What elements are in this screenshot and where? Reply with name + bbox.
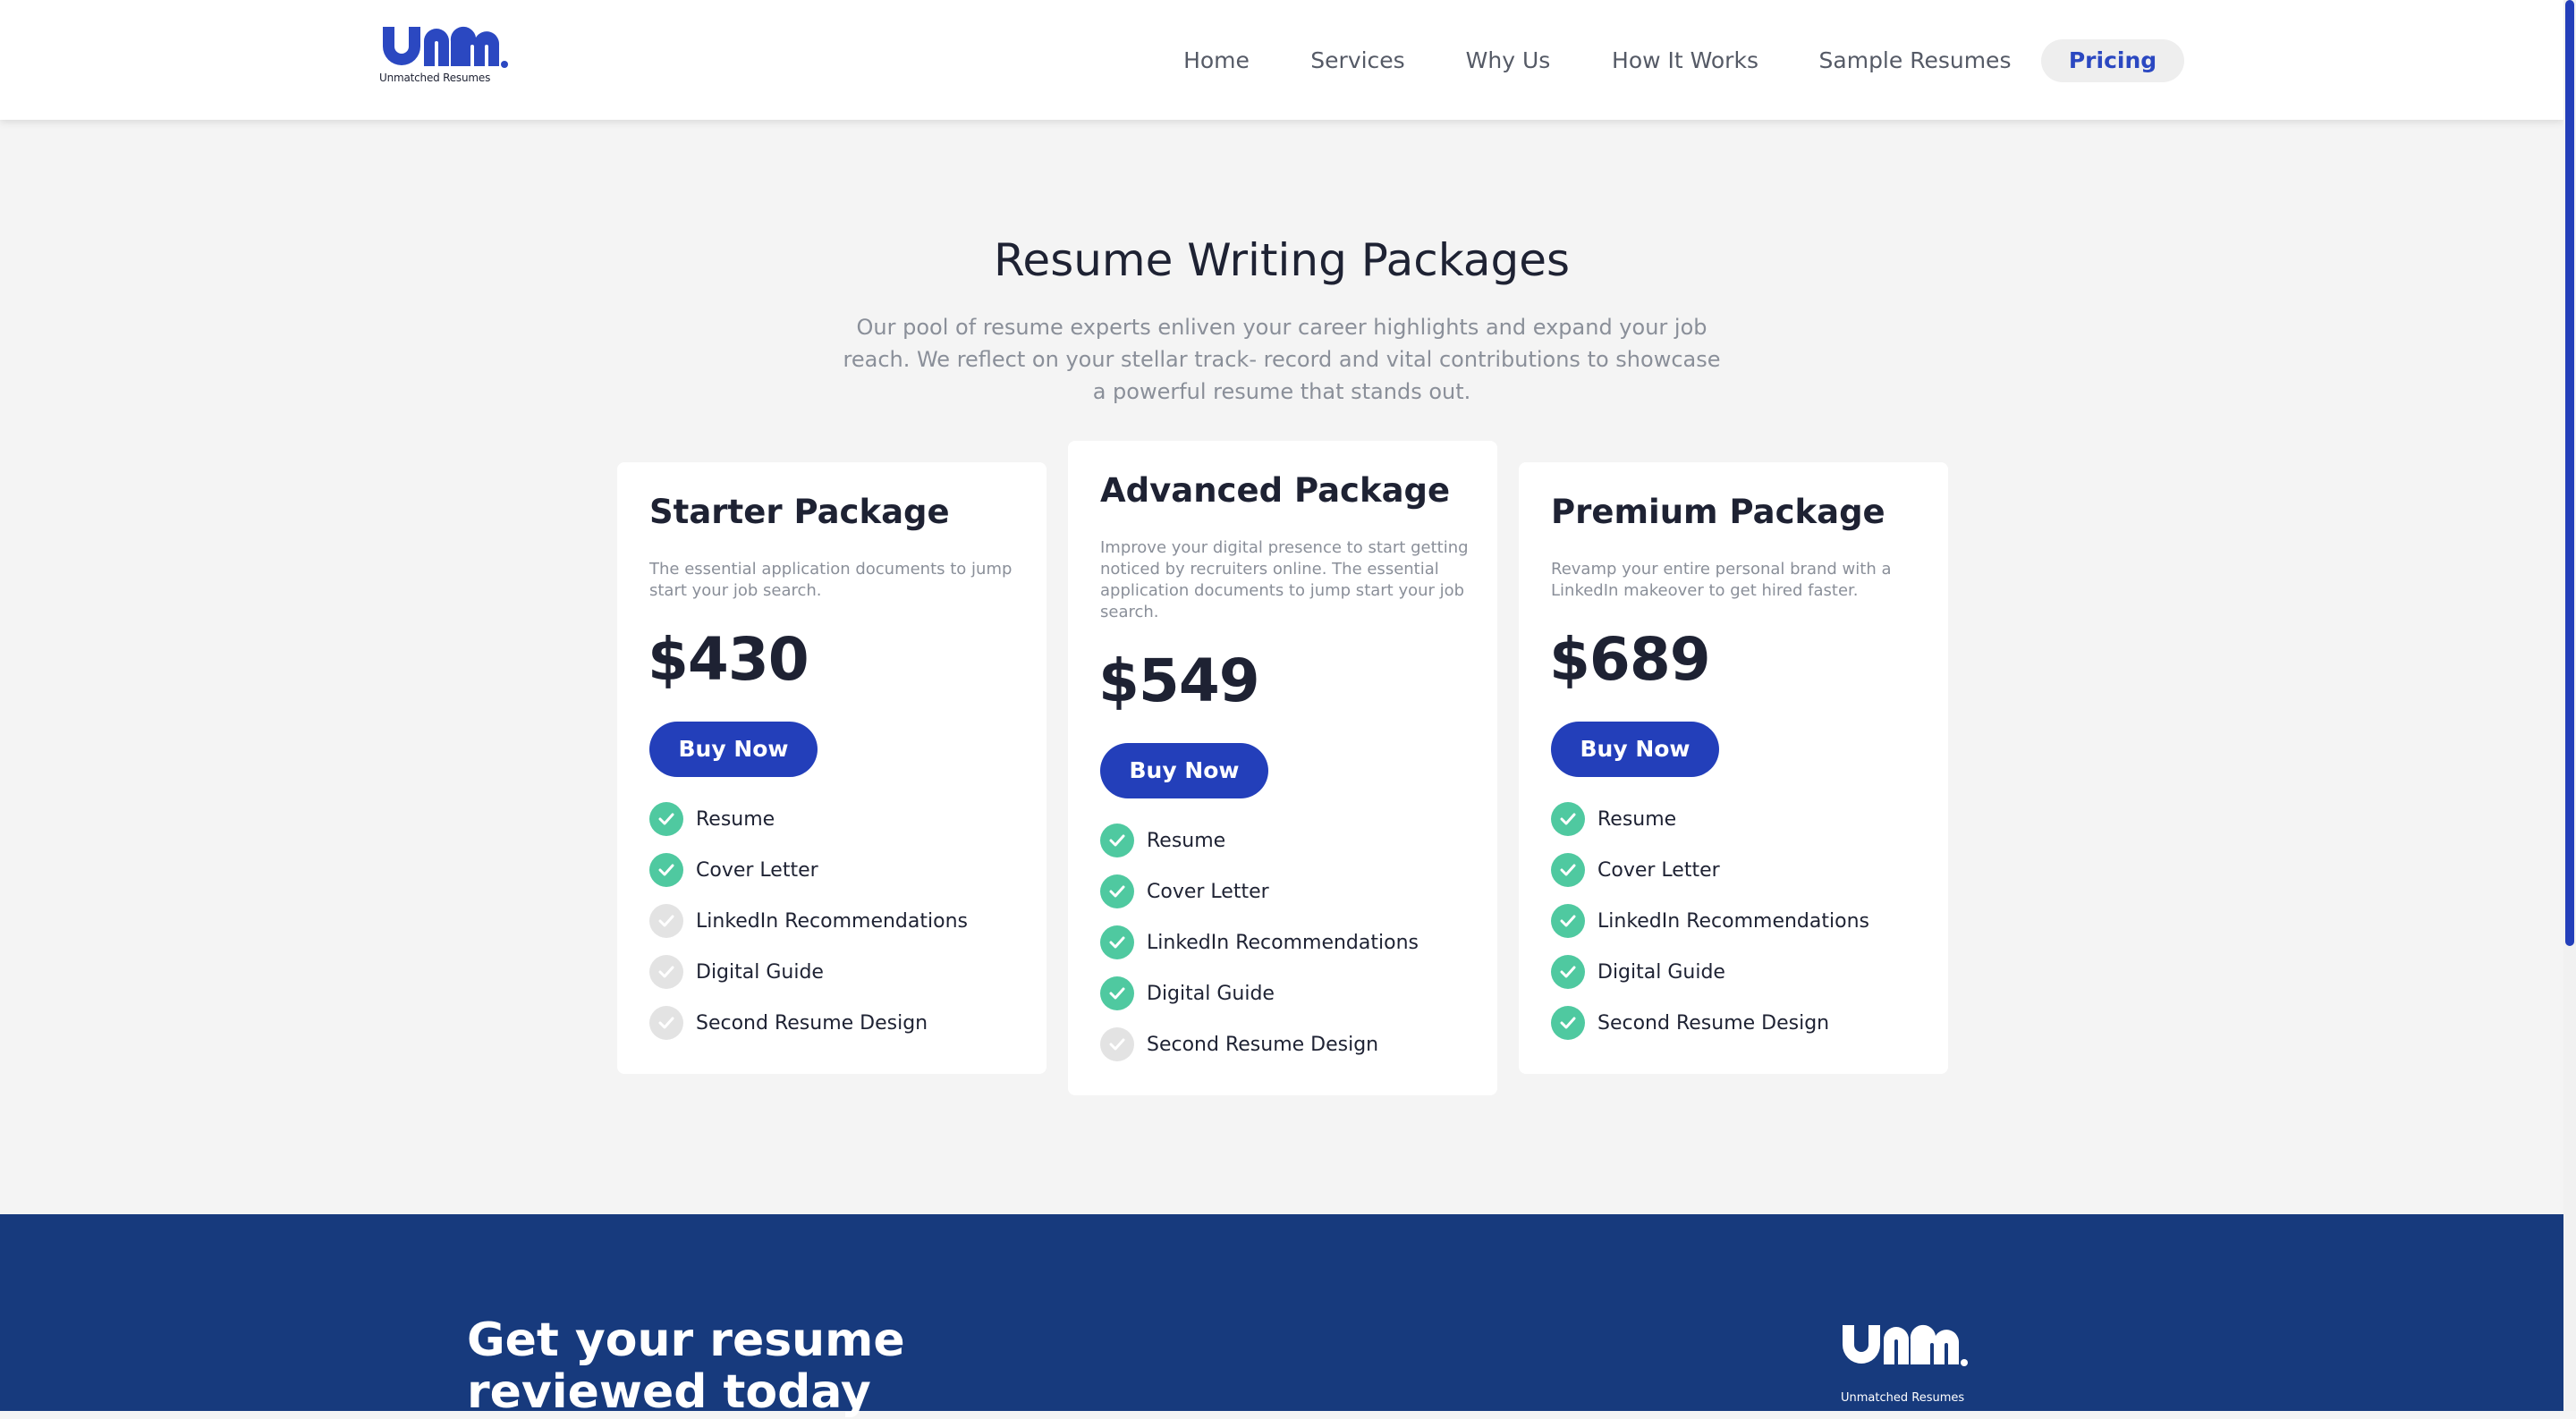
- footer-logo[interactable]: Unmatched Resumes: [1839, 1318, 1982, 1405]
- feature-label: Cover Letter: [1597, 858, 1720, 882]
- feature-label: Resume: [1597, 807, 1677, 831]
- buy-now-button[interactable]: Buy Now: [1551, 722, 1719, 777]
- feature-item: Cover Letter: [1100, 874, 1269, 909]
- site-header: Unmatched Resumes Home Services Why Us H…: [0, 0, 2563, 120]
- check-icon: [1100, 976, 1134, 1010]
- check-icon: [1100, 824, 1134, 857]
- logo-mark-icon: [383, 26, 508, 68]
- scrollbar-thumb[interactable]: [2565, 0, 2574, 946]
- nav-pricing[interactable]: Pricing: [2069, 39, 2157, 82]
- card-description: Improve your digital presence to start g…: [1100, 538, 1469, 621]
- feature-label: LinkedIn Recommendations: [1147, 931, 1419, 954]
- check-icon: [1551, 853, 1585, 887]
- check-icon: [1100, 925, 1134, 959]
- check-icon: [1100, 1027, 1134, 1061]
- card-description: Revamp your entire personal brand with a…: [1551, 560, 1892, 600]
- feature-item: LinkedIn Recommendations: [1551, 903, 1869, 939]
- check-icon: [649, 1006, 683, 1040]
- card-price: $430: [648, 625, 809, 694]
- feature-label: LinkedIn Recommendations: [1597, 909, 1869, 933]
- footer-logo-tagline: Unmatched Resumes: [1841, 1391, 1965, 1405]
- buy-now-button[interactable]: Buy Now: [649, 722, 818, 777]
- check-icon: [1551, 904, 1585, 938]
- feature-label: Digital Guide: [696, 960, 824, 984]
- check-icon: [1551, 1006, 1585, 1040]
- card-title: Premium Package: [1551, 493, 1885, 531]
- feature-item: Digital Guide: [649, 954, 824, 990]
- nav-how-it-works[interactable]: How It Works: [1612, 39, 1758, 82]
- nav-home[interactable]: Home: [1183, 39, 1250, 82]
- feature-item: Digital Guide: [1551, 954, 1725, 990]
- check-icon: [1100, 874, 1134, 908]
- pricing-card-premium: Premium Package Revamp your entire perso…: [1519, 462, 1948, 1074]
- site-footer: Get your resume reviewed today Unmatched…: [0, 1214, 2563, 1418]
- card-title: Advanced Package: [1100, 471, 1451, 510]
- feature-label: Digital Guide: [1597, 960, 1725, 984]
- check-icon: [649, 802, 683, 836]
- feature-item: Digital Guide: [1100, 976, 1275, 1011]
- feature-label: Cover Letter: [1147, 880, 1269, 903]
- feature-item: Cover Letter: [1551, 852, 1720, 888]
- pricing-card-advanced: Advanced Package Improve your digital pr…: [1068, 441, 1497, 1095]
- buy-now-button[interactable]: Buy Now: [1100, 743, 1268, 798]
- feature-label: Second Resume Design: [1597, 1011, 1830, 1035]
- check-icon: [1551, 802, 1585, 836]
- card-title: Starter Package: [649, 493, 950, 531]
- feature-item: Second Resume Design: [1551, 1005, 1829, 1041]
- footer-headline: Get your resume reviewed today: [467, 1313, 905, 1419]
- feature-label: Second Resume Design: [1147, 1033, 1379, 1056]
- feature-item: LinkedIn Recommendations: [1100, 925, 1419, 960]
- nav-services[interactable]: Services: [1310, 39, 1404, 82]
- feature-item: Resume: [1551, 801, 1676, 837]
- feature-label: LinkedIn Recommendations: [696, 909, 968, 933]
- logo-mark-icon: [1843, 1324, 1968, 1366]
- nav-why-us[interactable]: Why Us: [1466, 39, 1551, 82]
- feature-label: Resume: [1147, 829, 1226, 852]
- pricing-subtitle: Our pool of resume experts enliven your …: [843, 315, 1721, 404]
- brand-logo[interactable]: Unmatched Resumes: [379, 21, 513, 86]
- check-icon: [649, 904, 683, 938]
- logo-tagline: Unmatched Resumes: [379, 72, 491, 84]
- feature-item: Second Resume Design: [1100, 1026, 1378, 1062]
- card-price: $689: [1549, 625, 1711, 694]
- feature-label: Resume: [696, 807, 775, 831]
- pricing-title: Resume Writing Packages: [993, 234, 1571, 286]
- card-description: The essential application documents to j…: [649, 560, 1013, 600]
- feature-item: Resume: [1100, 823, 1225, 858]
- card-price: $549: [1098, 646, 1260, 715]
- nav-sample-resumes[interactable]: Sample Resumes: [1819, 39, 2012, 82]
- feature-item: Resume: [649, 801, 775, 837]
- check-icon: [1551, 955, 1585, 989]
- check-icon: [649, 853, 683, 887]
- feature-item: LinkedIn Recommendations: [649, 903, 968, 939]
- feature-label: Cover Letter: [696, 858, 818, 882]
- feature-label: Digital Guide: [1147, 982, 1275, 1005]
- feature-item: Cover Letter: [649, 852, 818, 888]
- feature-item: Second Resume Design: [649, 1005, 928, 1041]
- pricing-card-starter: Starter Package The essential applicatio…: [617, 462, 1046, 1074]
- feature-label: Second Resume Design: [696, 1011, 928, 1035]
- check-icon: [649, 955, 683, 989]
